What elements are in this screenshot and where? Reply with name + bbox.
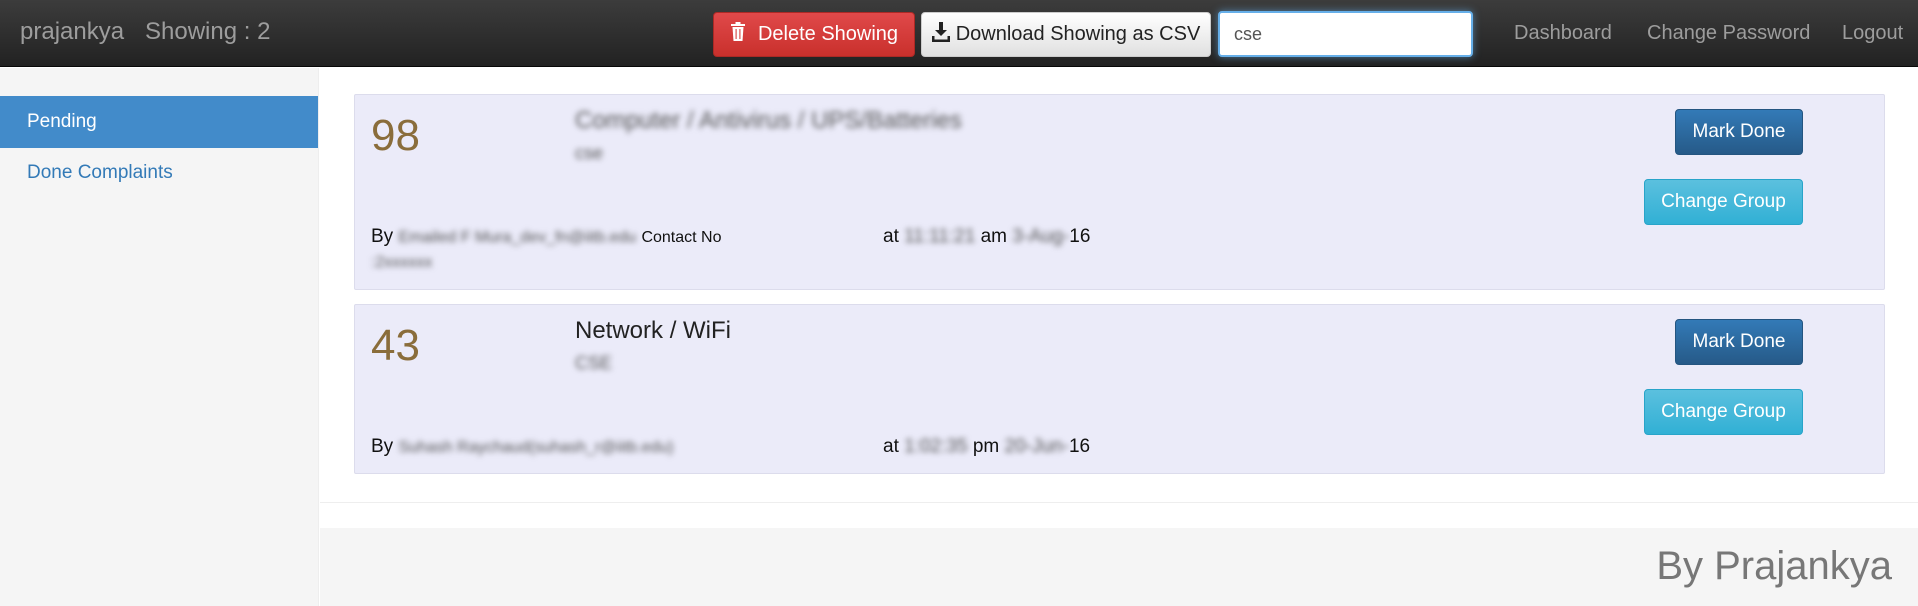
footer: By Prajankya [320, 528, 1918, 606]
complaint-number: 98 [371, 111, 420, 160]
year-value: 16 [1068, 436, 1091, 457]
date-value: 3-Aug- [1012, 226, 1070, 247]
complaint-category: Computer / Antivirus / UPS/Batteries [575, 107, 962, 134]
time-value: 1:02:35 [904, 436, 968, 457]
at-label: at [883, 226, 899, 247]
ampm: am [980, 226, 1007, 247]
complaint-time: at 11:11:21 am 3-Aug-16 [883, 226, 1090, 248]
complaint-time: at 1:02:35 pm 20-Jun-16 [883, 436, 1090, 458]
complaint-group: cse [575, 143, 604, 163]
footer-credit: By Prajankya [1656, 544, 1892, 588]
complaint-group: CSE [575, 353, 613, 373]
sidebar-item-done-complaints[interactable]: Done Complaints [0, 147, 318, 199]
mark-done-button[interactable]: Mark Done [1675, 109, 1803, 155]
nav-link-dashboard[interactable]: Dashboard [1514, 22, 1612, 45]
sidebar: Pending Done Complaints [0, 68, 319, 606]
mark-done-button[interactable]: Mark Done [1675, 319, 1803, 365]
download-icon [931, 21, 950, 48]
contact-value: :2xxxxxx [371, 254, 433, 271]
time-value: 11:11:21 [904, 226, 976, 247]
date-value: 20-Jun- [1004, 436, 1069, 457]
top-navbar: prajankya Showing : 2 Delete Showing Dow… [0, 0, 1918, 67]
ampm: pm [972, 436, 1000, 457]
complaint-card: 43 Network / WiFi CSE By Suhash Raychaud… [354, 304, 1885, 474]
delete-showing-label: Delete Showing [757, 23, 899, 45]
complaint-byline: By Emailed F Mura_dev_fn@iitb.edu Contac… [371, 226, 722, 248]
nav-link-change-password[interactable]: Change Password [1647, 22, 1810, 45]
complaint-card: 98 Computer / Antivirus / UPS/Batteries … [354, 94, 1885, 290]
download-csv-label: Download Showing as CSV [955, 23, 1201, 45]
complainant-name: Emailed F Mura_dev_fn@iitb.edu [398, 229, 637, 246]
at-label: at [883, 436, 899, 457]
complaint-number: 43 [371, 321, 420, 370]
by-prefix: By [371, 226, 394, 247]
nav-link-logout[interactable]: Logout [1842, 22, 1903, 45]
year-value: 16 [1069, 226, 1091, 247]
change-group-button[interactable]: Change Group [1644, 179, 1803, 225]
delete-showing-button[interactable]: Delete Showing [713, 12, 915, 57]
change-group-button[interactable]: Change Group [1644, 389, 1803, 435]
complaint-byline: By Suhash Raychaud(suhash_r@iitb.edu) [371, 436, 674, 458]
complainant-name: Suhash Raychaud(suhash_r@iitb.edu) [398, 439, 674, 456]
divider [320, 502, 1918, 503]
brand-link[interactable]: prajankya [20, 18, 124, 46]
contact-label: Contact No [641, 229, 722, 246]
showing-count: Showing : 2 [145, 18, 271, 45]
download-csv-button[interactable]: Download Showing as CSV [921, 12, 1211, 57]
by-prefix: By [371, 436, 394, 457]
trash-icon [730, 22, 746, 47]
contact-value-line: :2xxxxxx [371, 251, 432, 273]
complaint-category: Network / WiFi [575, 317, 731, 344]
search-input[interactable] [1218, 11, 1473, 57]
sidebar-item-pending[interactable]: Pending [0, 96, 318, 148]
